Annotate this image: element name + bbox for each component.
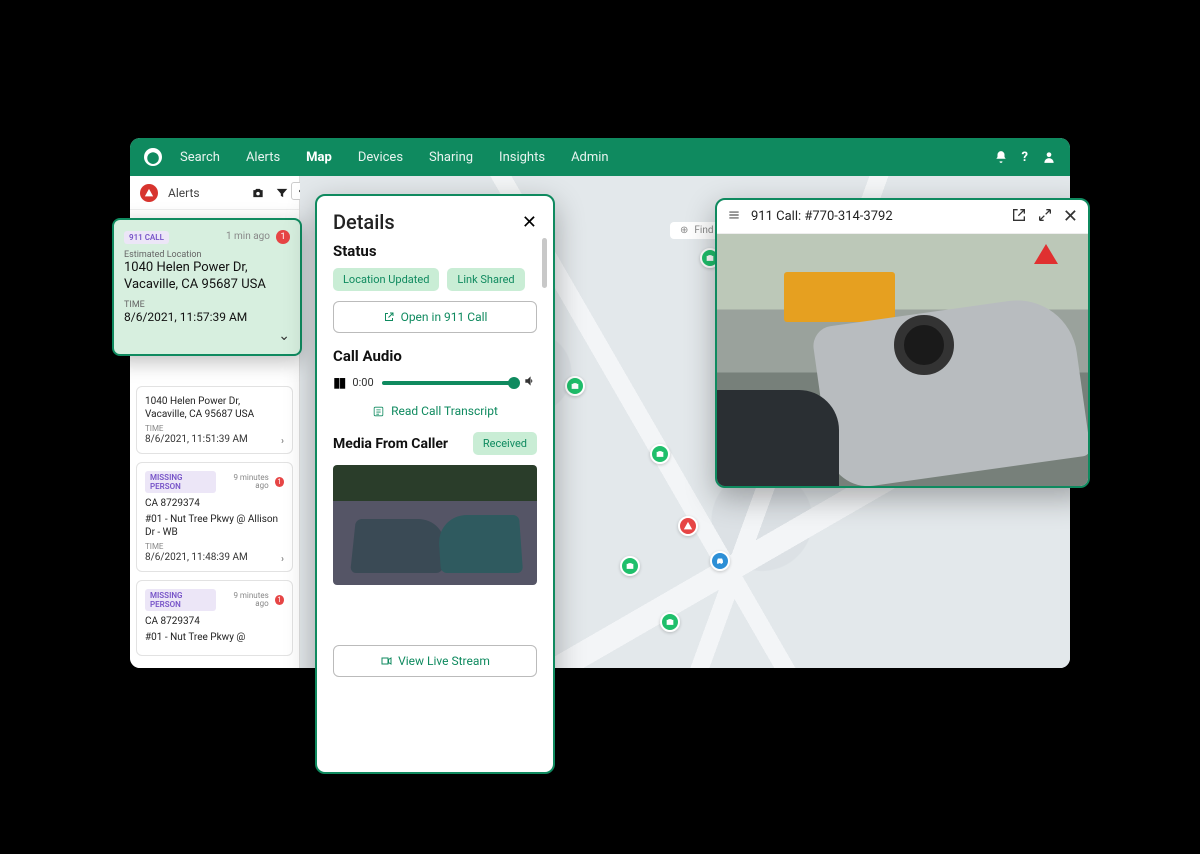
- location-label: Estimated Location: [124, 250, 290, 260]
- audio-scrubber[interactable]: [382, 381, 515, 385]
- map-pin-camera-icon[interactable]: [565, 376, 585, 396]
- transcript-label: Read Call Transcript: [391, 404, 498, 418]
- nav-insights[interactable]: Insights: [499, 150, 545, 165]
- audio-time: 0:00: [352, 376, 373, 389]
- map-pin-vehicle-icon[interactable]: [710, 551, 730, 571]
- nav-alerts[interactable]: Alerts: [246, 150, 280, 165]
- time-label: TIME: [145, 424, 284, 433]
- help-icon[interactable]: ?: [1022, 150, 1028, 165]
- read-transcript-link[interactable]: Read Call Transcript: [333, 404, 537, 418]
- alert-location: #01 - Nut Tree Pkwy @ Allison Dr - WB: [145, 513, 284, 539]
- close-icon[interactable]: ✕: [522, 212, 537, 233]
- alert-card[interactable]: 1040 Helen Power Dr, Vacaville, CA 95687…: [136, 386, 293, 454]
- livestream-label: View Live Stream: [398, 654, 490, 668]
- camera-icon[interactable]: [251, 186, 265, 200]
- transcript-icon: [372, 405, 385, 418]
- video-icon: [380, 655, 392, 667]
- alert-card[interactable]: MISSING PERSON 9 minutes ago 1 CA 872937…: [136, 462, 293, 572]
- volume-icon[interactable]: [523, 373, 537, 392]
- status-heading: Status: [333, 242, 537, 260]
- pause-icon[interactable]: ▮▮: [333, 375, 344, 391]
- scene-vehicle: [784, 272, 895, 322]
- open-call-button[interactable]: Open in 911 Call: [333, 301, 537, 333]
- status-badge: Location Updated: [333, 268, 439, 291]
- alert-tag: MISSING PERSON: [145, 589, 216, 611]
- status-badges: Location Updated Link Shared: [333, 268, 537, 291]
- selected-alert-card[interactable]: 911 CALL 1 min ago 1 Estimated Location …: [112, 218, 302, 356]
- user-icon[interactable]: [1042, 150, 1056, 164]
- map-pin-camera-icon[interactable]: [660, 612, 680, 632]
- alert-badge: 1: [275, 477, 284, 487]
- nav-devices[interactable]: Devices: [358, 150, 403, 165]
- chevron-down-icon[interactable]: ⌄: [124, 328, 290, 344]
- nav-map[interactable]: Map: [306, 150, 332, 165]
- alert-age: 9 minutes ago: [222, 592, 269, 608]
- alert-ref: CA 8729374: [145, 615, 284, 628]
- menu-icon[interactable]: [727, 207, 741, 226]
- nav-sharing[interactable]: Sharing: [429, 150, 473, 165]
- details-title: Details: [333, 210, 395, 234]
- details-panel: Details ✕ Status Location Updated Link S…: [315, 194, 555, 774]
- video-popout: 911 Call: #770-314-3792 ✕: [715, 198, 1090, 488]
- expand-icon[interactable]: [1037, 207, 1053, 227]
- video-title: 911 Call: #770-314-3792: [751, 209, 1001, 224]
- video-header: 911 Call: #770-314-3792 ✕: [717, 200, 1088, 234]
- close-icon[interactable]: ✕: [1063, 206, 1078, 227]
- warning-sign-icon: [1034, 244, 1058, 264]
- map-pin-camera-icon[interactable]: [650, 444, 670, 464]
- alert-triangle-icon: [140, 184, 158, 202]
- alert-age: 9 minutes ago: [222, 474, 269, 490]
- alert-tag: MISSING PERSON: [145, 471, 216, 493]
- chevron-right-icon[interactable]: ›: [281, 436, 284, 447]
- nav-items: Search Alerts Map Devices Sharing Insigh…: [180, 150, 994, 165]
- nav-right: ?: [994, 150, 1056, 165]
- bell-icon[interactable]: [994, 150, 1008, 164]
- alert-location: 1040 Helen Power Dr, Vacaville, CA 95687…: [124, 260, 290, 294]
- popout-icon[interactable]: [1011, 207, 1027, 227]
- alert-tag: 911 CALL: [124, 231, 169, 244]
- media-badge: Received: [473, 432, 537, 455]
- alert-time: 8/6/2021, 11:51:39 AM: [145, 434, 284, 445]
- sidebar-header: Alerts: [130, 176, 299, 210]
- caller-media-thumbnail[interactable]: [333, 465, 537, 585]
- video-frame[interactable]: [717, 234, 1088, 486]
- nav-admin[interactable]: Admin: [571, 150, 609, 165]
- alert-time: 8/6/2021, 11:57:39 AM: [124, 310, 290, 324]
- status-badge: Link Shared: [447, 268, 524, 291]
- audio-player: ▮▮ 0:00: [333, 373, 537, 392]
- chevron-right-icon[interactable]: ›: [281, 554, 284, 565]
- time-label: TIME: [124, 300, 290, 310]
- alert-location: #01 - Nut Tree Pkwy @: [145, 631, 284, 644]
- scene-vehicle: [717, 390, 839, 486]
- time-label: TIME: [145, 542, 284, 551]
- alert-card[interactable]: MISSING PERSON 9 minutes ago 1 CA 872937…: [136, 580, 293, 656]
- map-pin-alert-icon[interactable]: [678, 516, 698, 536]
- app-logo-icon: ⬤: [144, 148, 162, 166]
- view-livestream-button[interactable]: View Live Stream: [333, 645, 537, 677]
- alert-ref: CA 8729374: [145, 497, 284, 510]
- alert-location: 1040 Helen Power Dr, Vacaville, CA 95687…: [145, 395, 284, 421]
- alert-age: 1 min ago: [226, 232, 270, 242]
- map-pin-camera-icon[interactable]: [620, 556, 640, 576]
- top-nav: ⬤ Search Alerts Map Devices Sharing Insi…: [130, 138, 1070, 176]
- alert-badge: 1: [275, 595, 284, 605]
- open-call-label: Open in 911 Call: [401, 310, 488, 324]
- alert-badge: 1: [276, 230, 290, 244]
- nav-search[interactable]: Search: [180, 150, 220, 165]
- scene-wheel: [894, 315, 954, 375]
- filter-icon[interactable]: [275, 186, 289, 200]
- sidebar-title: Alerts: [168, 186, 241, 200]
- audio-heading: Call Audio: [333, 347, 537, 365]
- external-link-icon: [383, 311, 395, 323]
- scrollbar[interactable]: [542, 238, 547, 288]
- media-heading: Media From Caller: [333, 436, 448, 452]
- alert-time: 8/6/2021, 11:48:39 AM: [145, 552, 284, 563]
- globe-icon: ⊕: [680, 225, 688, 236]
